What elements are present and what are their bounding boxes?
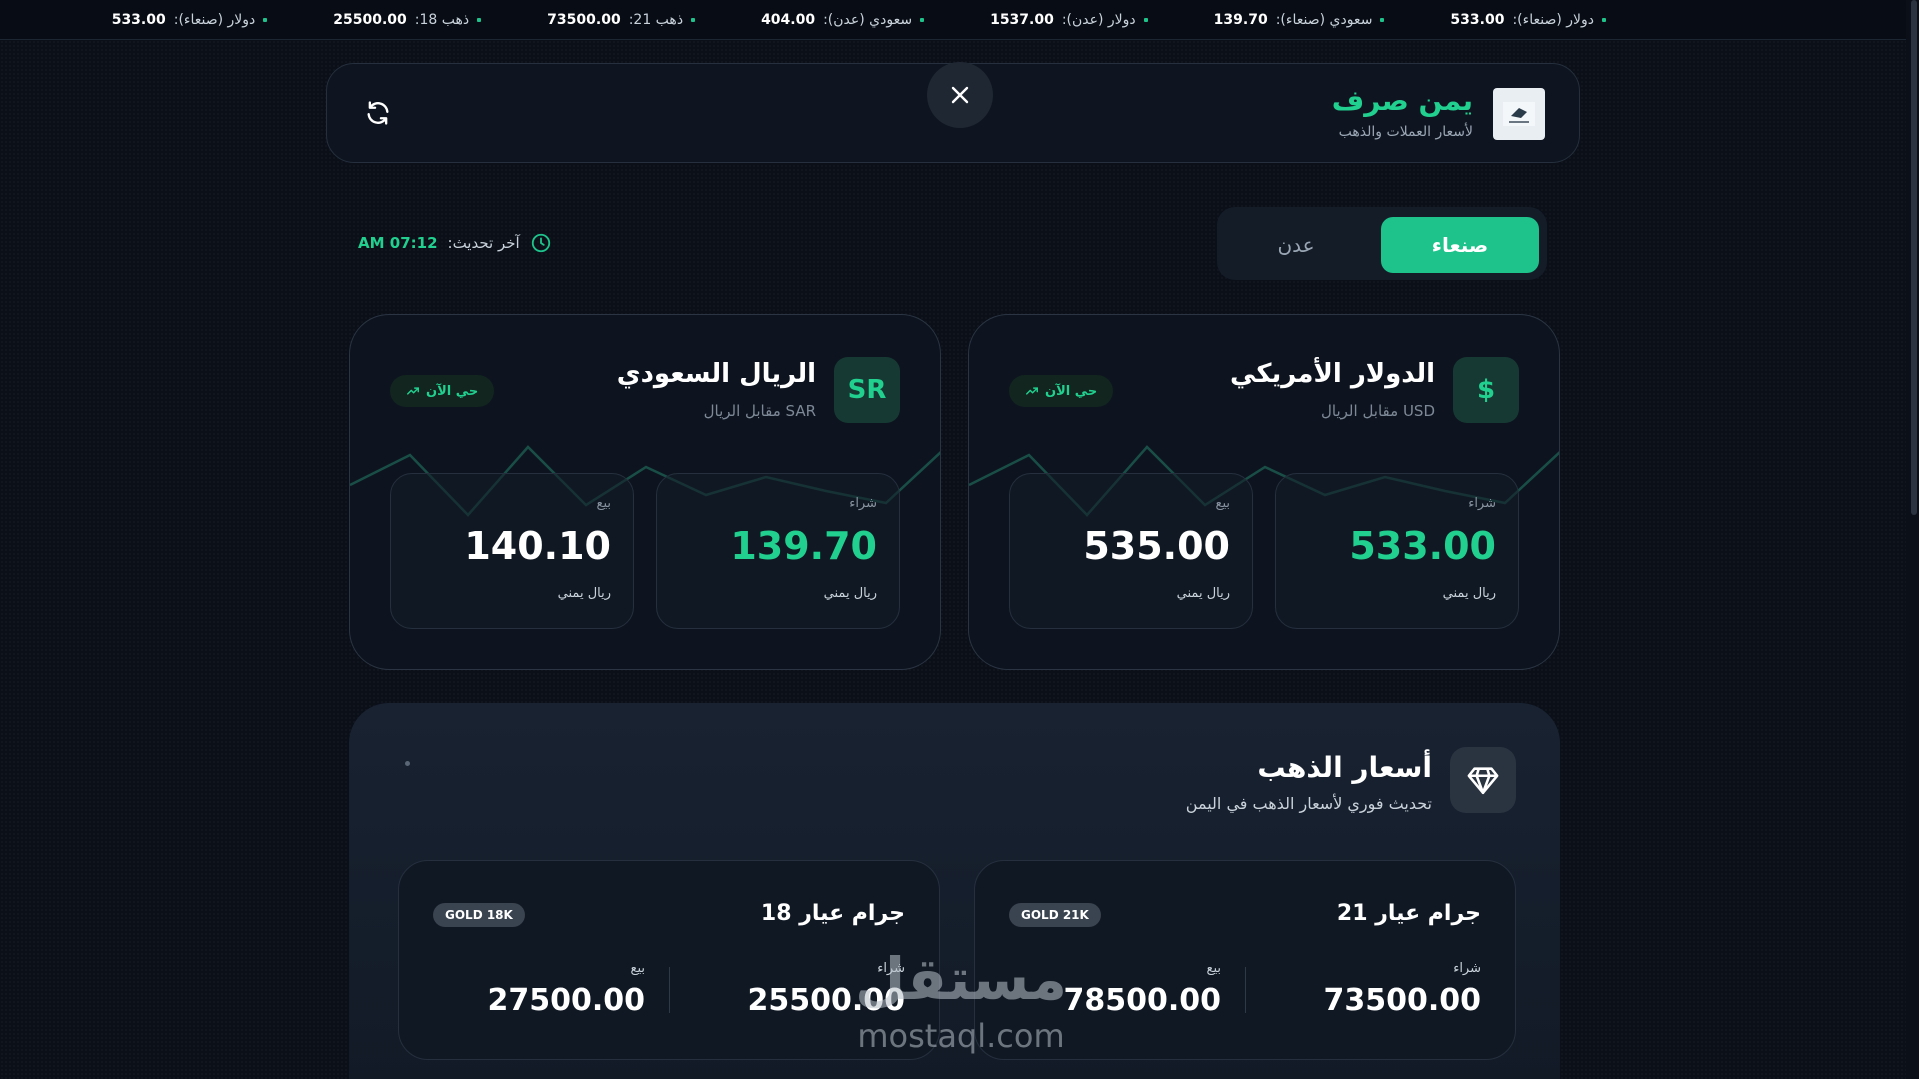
currency-unit: ريال يمني [1176,586,1230,601]
currency-title: الدولار الأمريكي [1230,359,1435,389]
last-update: آخر تحديث: AM 07:12 [358,232,552,254]
live-label: حي الآن [426,383,479,399]
sell-value: 27500.00 [487,983,645,1018]
usd-card: $ الدولار الأمريكي USD مقابل الريال حي ا… [968,314,1560,670]
city-aden-button[interactable]: عدن [1217,217,1375,273]
buy-label: شراء [1468,496,1496,511]
ticker-bullet [477,17,482,22]
sell-label: بيع [596,496,611,511]
gold-card-title: جرام عيار 18 [760,901,905,926]
ticker-value: 404.00 [761,11,816,28]
gold-subtitle: تحديث فوري لأسعار الذهب في اليمن [1185,794,1432,813]
ticker-item: ذهب 21: 73500.00 [547,11,696,28]
divider [1245,967,1246,1013]
gold-title: أسعار الذهب [1257,751,1432,784]
buy-value: 73500.00 [1323,983,1481,1018]
buy-label: شراء [1453,961,1481,976]
refresh-icon [367,101,389,125]
ticker-label: سعودي (عدن): [823,11,913,28]
ticker-label: دولار (صنعاء): [1512,11,1594,28]
clock-icon [531,233,550,253]
gold-21k-card: جرام عيار 21 GOLD 21K شراء 73500.00 بيع … [974,860,1516,1060]
ticker-value: 1537.00 [990,11,1054,28]
last-update-label: آخر تحديث: [447,234,520,252]
buy-price-box: شراء 533.00 ريال يمني [1275,473,1519,629]
ticker-item: سعودي (عدن): 404.00 [761,11,925,28]
sell-value: 535.00 [1083,524,1230,568]
buy-label: شراء [877,961,905,976]
sar-card: SR الريال السعودي SAR مقابل الريال حي ال… [349,314,941,670]
last-update-time: AM 07:12 [358,234,438,252]
sell-value: 78500.00 [1063,983,1221,1018]
riyal-icon: SR [834,357,900,423]
dollar-icon: $ [1453,357,1519,423]
scrollbar-thumb[interactable] [1911,0,1917,515]
gold-card-title: جرام عيار 21 [1336,901,1481,926]
currency-unit: ريال يمني [1442,586,1496,601]
gold-badge: GOLD 18K [433,903,525,927]
city-toggle: صنعاء عدن [1217,207,1547,280]
city-sanaa-button[interactable]: صنعاء [1381,217,1539,273]
ticker-item: ذهب 18: 25500.00 [333,11,482,28]
gold-prices-section: أسعار الذهب تحديث فوري لأسعار الذهب في ا… [349,703,1560,1079]
ticker-bullet [1143,17,1148,22]
ticker-bullet [263,17,268,22]
ticker-item: دولار (صنعاء): 533.00 [1450,12,1606,28]
logo-icon [1493,88,1545,140]
brand-subtitle: لأسعار العملات والذهب [1338,124,1473,140]
close-icon [951,86,969,104]
live-badge: حي الآن [1009,375,1114,407]
page-scrollbar[interactable] [1906,0,1919,1079]
ticker-value: 73500.00 [547,11,621,28]
diamond-icon [1450,747,1516,813]
ticker-value: 533.00 [1450,11,1505,28]
ticker-item: دولار (صنعاء): 533.00 [112,12,268,28]
buy-label: شراء [849,496,877,511]
trend-up-icon [1026,387,1038,395]
ticker-bullet [1380,17,1385,22]
live-badge: حي الآن [390,375,495,407]
ticker-item: سعودي (صنعاء): 139.70 [1214,12,1385,28]
ticker-label: دولار (عدن): [1061,11,1136,28]
buy-value: 533.00 [1349,524,1496,568]
ticker-value: 533.00 [111,11,166,28]
close-button[interactable] [927,62,993,128]
sell-price-box: بيع 140.10 ريال يمني [390,473,634,629]
currency-unit: ريال يمني [823,586,877,601]
buy-value: 139.70 [730,524,877,568]
sell-price-box: بيع 535.00 ريال يمني [1009,473,1253,629]
currency-subtitle: SAR مقابل الريال [703,402,816,420]
ticker-value: 139.70 [1213,11,1268,28]
ticker-bullet [691,17,696,22]
currency-subtitle: USD مقابل الريال [1321,402,1435,420]
currency-title: الريال السعودي [616,359,816,389]
gold-18k-card: جرام عيار 18 GOLD 18K شراء 25500.00 بيع … [398,860,940,1060]
app-header: يمن صرف لأسعار العملات والذهب [326,62,1580,163]
gold-badge: GOLD 21K [1009,903,1101,927]
ticker-label: دولار (صنعاء): [173,11,256,28]
price-ticker: دولار (صنعاء): 533.00 سعودي (صنعاء): 139… [0,0,1906,40]
ticker-value: 25500.00 [333,11,407,28]
sell-label: بيع [630,961,645,976]
live-label: حي الآن [1045,383,1098,399]
ticker-label: ذهب 21: [628,11,684,28]
buy-price-box: شراء 139.70 ريال يمني [656,473,900,629]
trend-up-icon [407,387,419,395]
ticker-label: ذهب 18: [414,11,470,28]
ticker-bullet [920,17,925,22]
refresh-button[interactable] [363,98,393,128]
currency-unit: ريال يمني [557,586,611,601]
divider [669,967,670,1013]
ticker-item: دولار (عدن): 1537.00 [990,12,1148,28]
sell-value: 140.10 [464,524,611,568]
sell-label: بيع [1215,496,1230,511]
ticker-label: سعودي (صنعاء): [1275,11,1373,28]
brand-title: يمن صرف [1331,84,1473,117]
buy-value: 25500.00 [747,983,905,1018]
indicator-dot [405,761,410,766]
sell-label: بيع [1206,961,1221,976]
ticker-bullet [1602,17,1606,22]
